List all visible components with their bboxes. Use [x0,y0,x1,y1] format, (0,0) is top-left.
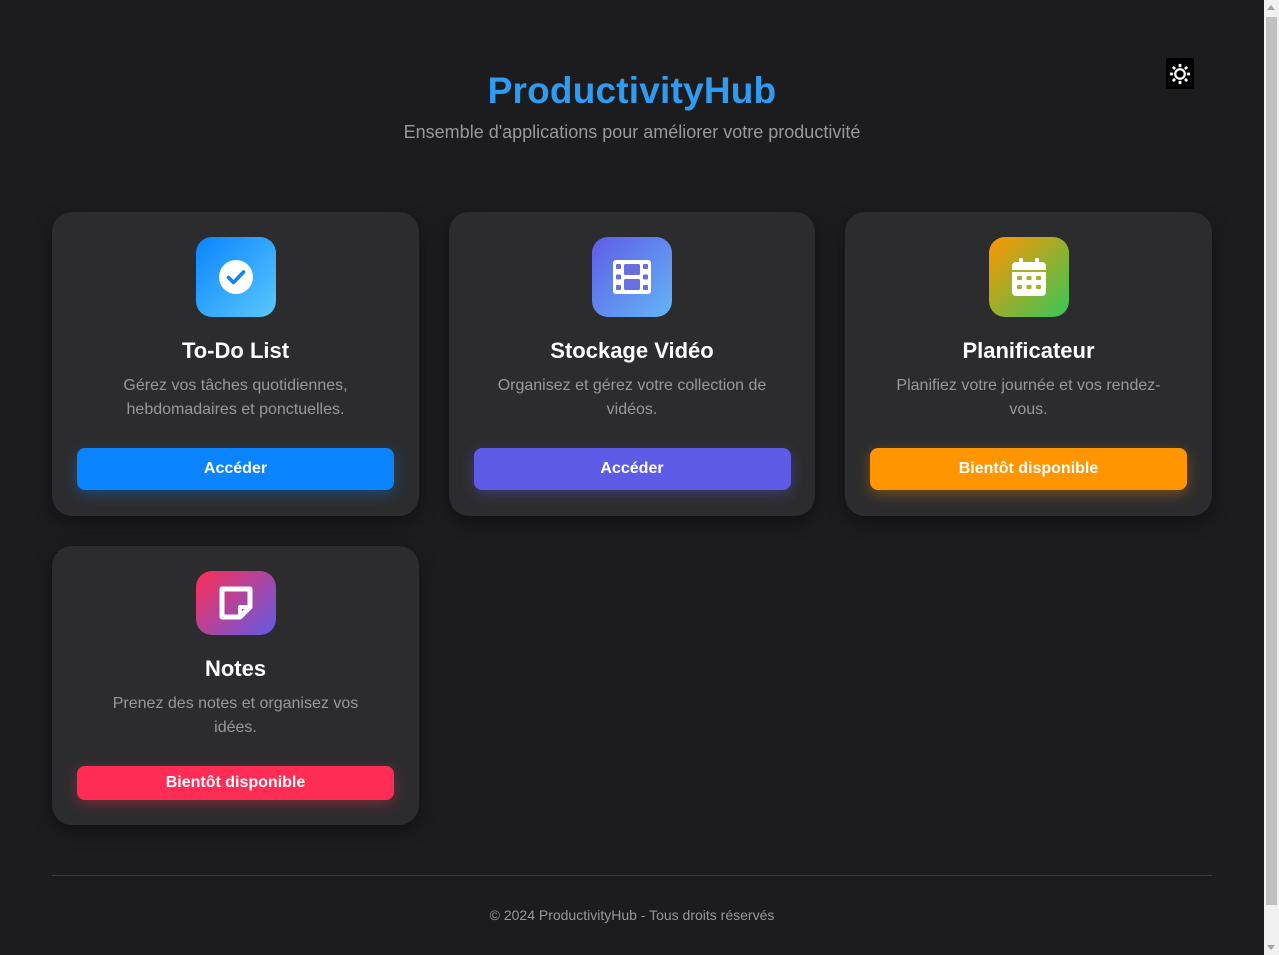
app-card-description: Planifiez votre journée et vos rendez-vo… [896,377,1161,418]
app-card-planner: Planificateur Planifiez votre journée et… [845,212,1212,516]
vertical-scrollbar[interactable] [1264,0,1279,955]
app-card-title: To-Do List [181,338,290,363]
video-access-button[interactable]: Accéder [473,448,791,490]
page-title: ProductivityHub [487,70,777,111]
page: ProductivityHub Ensemble d'applications … [0,0,1264,955]
sticky-note-icon [195,571,276,636]
app-card-description: Prenez des notes et organisez vos idées. [112,695,359,737]
theme-toggle-button[interactable] [1166,58,1194,89]
app-card-title: Planificateur [962,338,1095,363]
app-card-description: Gérez vos tâches quotidiennes, hebdomada… [123,377,348,418]
app-grid: To-Do List Gérez vos tâches quotidiennes… [52,212,1212,825]
page-footer: © 2024 ProductivityHub - Tous droits rés… [52,875,1212,923]
app-card-todo: To-Do List Gérez vos tâches quotidiennes… [52,212,419,516]
footer-copyright: © 2024 ProductivityHub - Tous droits rés… [489,907,775,923]
page-header: ProductivityHub Ensemble d'applications … [0,0,1264,143]
app-card-title: Notes [204,656,267,682]
scrollbar-thumb[interactable] [1266,17,1277,905]
calendar-icon [988,237,1069,317]
check-circle-icon [195,237,276,317]
planner-coming-soon-button[interactable]: Bientôt disponible [870,448,1187,490]
todo-access-button[interactable]: Accéder [77,448,394,490]
scroll-down-icon[interactable] [1267,945,1275,950]
page-subtitle: Ensemble d'applications pour améliorer v… [403,122,861,142]
app-card-title: Stockage Vidéo [550,338,714,363]
app-card-video: Stockage Vidéo Organisez et gérez votre … [449,212,815,516]
sun-icon [1167,59,1193,88]
app-card-description: Organisez et gérez votre collection de v… [497,377,767,418]
scroll-up-icon[interactable] [1267,5,1275,10]
notes-coming-soon-button[interactable]: Bientôt disponible [77,766,394,800]
app-card-notes: Notes Prenez des notes et organisez vos … [52,546,419,825]
film-icon [592,237,672,317]
